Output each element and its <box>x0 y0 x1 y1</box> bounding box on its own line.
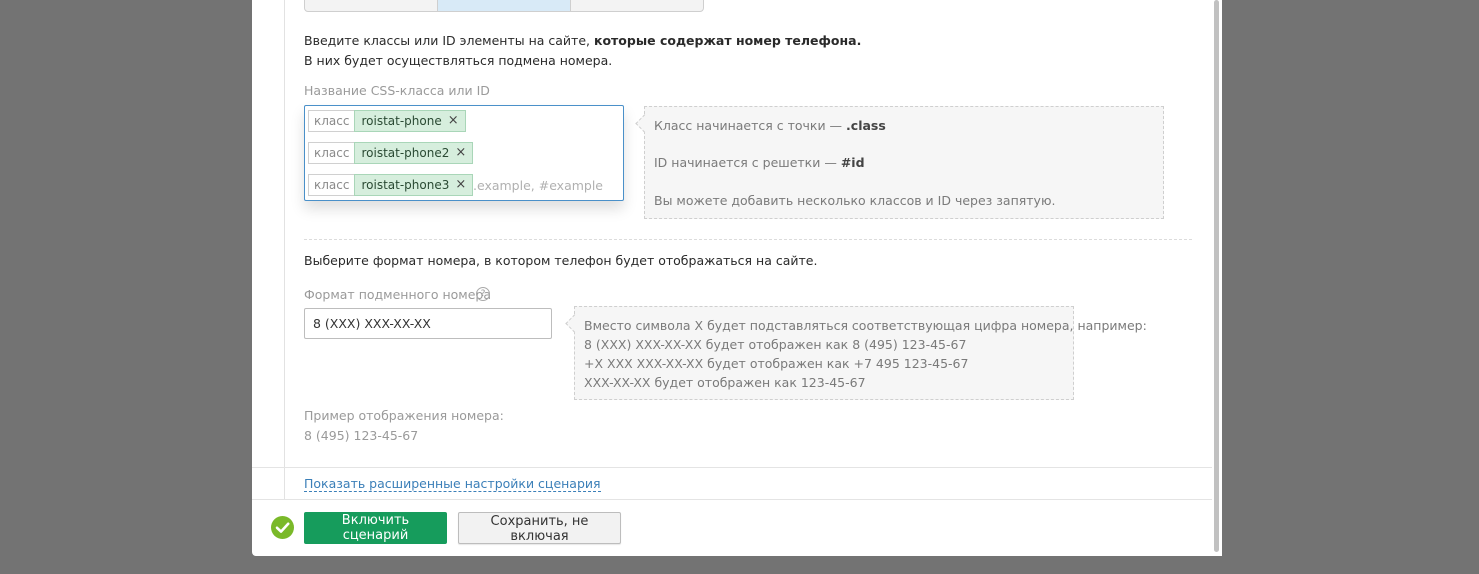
css-intro: Введите классы или ID элементы на сайте,… <box>304 33 861 48</box>
hint-class-code: .class <box>846 118 886 133</box>
example-value: 8 (495) 123-45-67 <box>304 428 419 443</box>
tag-chip: класс roistat-phone2 × <box>308 142 474 164</box>
tag-kind: класс <box>308 174 355 196</box>
css-intro-line2: В них будет осуществляться подмена номер… <box>304 53 613 68</box>
footer-divider <box>252 499 1212 500</box>
format-input[interactable] <box>304 308 552 339</box>
tag-value: roistat-phone <box>361 114 442 128</box>
css-selector-input[interactable]: класс roistat-phone × класс roistat-phon… <box>304 105 624 201</box>
example-label: Пример отображения номера: <box>304 408 504 423</box>
checkmark-icon <box>271 516 294 539</box>
footer-divider-top <box>252 467 1212 468</box>
tag-input-placeholder[interactable]: .example, #example <box>473 178 603 193</box>
tag-value: roistat-phone2 <box>361 146 450 160</box>
tag-chip: класс roistat-phone3 × <box>308 174 474 196</box>
tab-active[interactable] <box>438 0 571 11</box>
format-hint-line: Вместо символа X будет подставляться соо… <box>584 318 1147 333</box>
advanced-settings-link[interactable]: Показать расширенные настройки сценария <box>304 476 601 492</box>
remove-tag-icon[interactable]: × <box>448 111 459 131</box>
left-divider <box>284 0 285 500</box>
scrollbar-thumb[interactable] <box>1214 0 1219 552</box>
css-field-label: Название CSS-класса или ID <box>304 83 490 98</box>
remove-tag-icon[interactable]: × <box>455 143 466 163</box>
hint-class-line: Класс начинается с точки — .class <box>654 118 886 133</box>
tag-kind: класс <box>308 142 355 164</box>
css-intro-text: Введите классы или ID элементы на сайте, <box>304 33 594 48</box>
tab-first[interactable] <box>305 0 438 11</box>
hint-multi-line: Вы можете добавить несколько классов и I… <box>654 193 1056 208</box>
tag-chip: класс roistat-phone × <box>308 110 466 132</box>
tag-value-box: roistat-phone2 × <box>354 142 474 164</box>
css-intro-bold: которые содержат номер телефона. <box>593 33 862 48</box>
tag-value-box: roistat-phone3 × <box>354 174 474 196</box>
format-intro: Выберите формат номера, в котором телефо… <box>304 253 818 268</box>
tag-value-box: roistat-phone × <box>354 110 466 132</box>
enable-scenario-button[interactable]: Включить сценарий <box>304 512 447 544</box>
tab-third[interactable] <box>571 0 703 11</box>
format-hint-line: +X XXX XXX-XX-XX будет отображен как +7 … <box>584 356 969 371</box>
remove-tag-icon[interactable]: × <box>455 175 466 195</box>
hint-class-text: Класс начинается с точки — <box>654 118 847 133</box>
checkmark-glyph <box>275 522 290 533</box>
css-hint-box: Класс начинается с точки — .class ID нач… <box>635 106 1164 219</box>
hint-id-text: ID начинается с решетки — <box>654 155 841 170</box>
section-divider <box>304 239 1192 240</box>
format-hint-box: Вместо символа X будет подставляться соо… <box>565 306 1147 400</box>
tag-value: roistat-phone3 <box>361 178 450 192</box>
tabs-group <box>304 0 704 12</box>
format-hint-line: 8 (XXX) XXX-XX-XX будет отображен как 8 … <box>584 337 967 352</box>
tag-kind: класс <box>308 110 355 132</box>
hint-id-line: ID начинается с решетки — #id <box>654 155 865 170</box>
help-icon[interactable]: ? <box>476 287 490 301</box>
format-hint-line: XXX-XX-XX будет отображен как 123-45-67 <box>584 375 866 390</box>
hint-id-code: #id <box>840 155 865 170</box>
format-field-label: Формат подменного номера <box>304 287 491 302</box>
save-without-enabling-button[interactable]: Сохранить, не включая <box>458 512 621 544</box>
